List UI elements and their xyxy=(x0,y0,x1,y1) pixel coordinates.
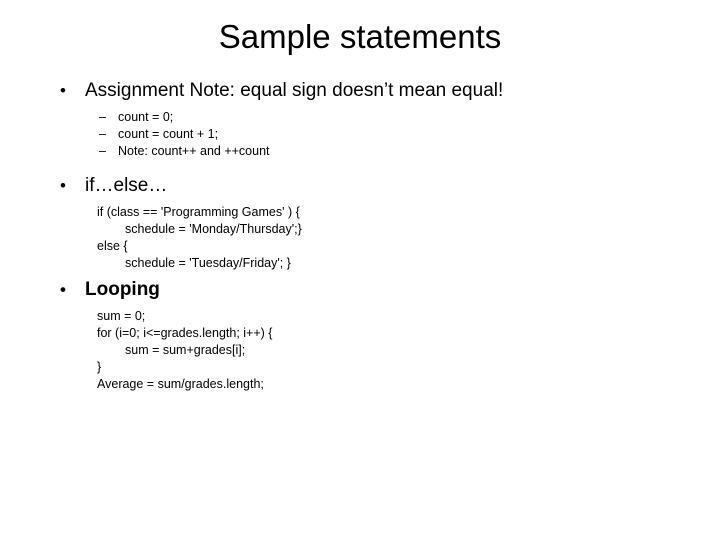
sub-bullet-count-init: – count = 0; xyxy=(0,109,720,126)
sub-bullet-label: Note: count++ and ++count xyxy=(118,144,270,158)
code-line: sum = sum+grades[i]; xyxy=(125,343,246,357)
bullet-assignment: • Assignment Note: equal sign doesn’t me… xyxy=(0,79,720,103)
code-line: sum = 0; xyxy=(97,309,146,323)
bullet-looping-label: Looping xyxy=(85,279,160,300)
dash-glyph: – xyxy=(99,144,106,158)
dash-glyph: – xyxy=(99,127,106,141)
sub-bullet-count-increment: – count = count + 1; xyxy=(0,126,720,143)
bullet-looping: • Looping xyxy=(0,278,720,302)
code-line: else { xyxy=(97,239,128,253)
page-title: Sample statements xyxy=(218,18,502,55)
code-line: if (class == 'Programming Games' ) { xyxy=(97,205,300,219)
sub-bullet-count-note: – Note: count++ and ++count xyxy=(0,143,720,160)
dash-glyph: – xyxy=(99,110,106,124)
code-line: for (i=0; i<=grades.length; i++) { xyxy=(97,326,273,340)
bullet-if-else-label: if…else… xyxy=(85,175,168,196)
bullet-glyph: • xyxy=(60,81,66,100)
bullet-glyph: • xyxy=(60,176,66,195)
bullet-glyph: • xyxy=(60,280,66,299)
slide: Sample statements • Assignment Note: equ… xyxy=(0,0,720,540)
sub-bullet-label: count = 0; xyxy=(118,110,174,124)
code-line: } xyxy=(97,360,102,374)
code-line: schedule = 'Monday/Thursday';} xyxy=(125,222,302,236)
code-line: Average = sum/grades.length; xyxy=(97,377,264,391)
bullet-assignment-label: Assignment Note: equal sign doesn’t mean… xyxy=(85,80,504,101)
code-line: schedule = 'Tuesday/Friday'; } xyxy=(125,256,291,270)
slide-body: • Assignment Note: equal sign doesn’t me… xyxy=(0,79,720,393)
sub-bullet-label: count = count + 1; xyxy=(118,127,219,141)
bullet-if-else: • if…else… xyxy=(0,174,720,198)
